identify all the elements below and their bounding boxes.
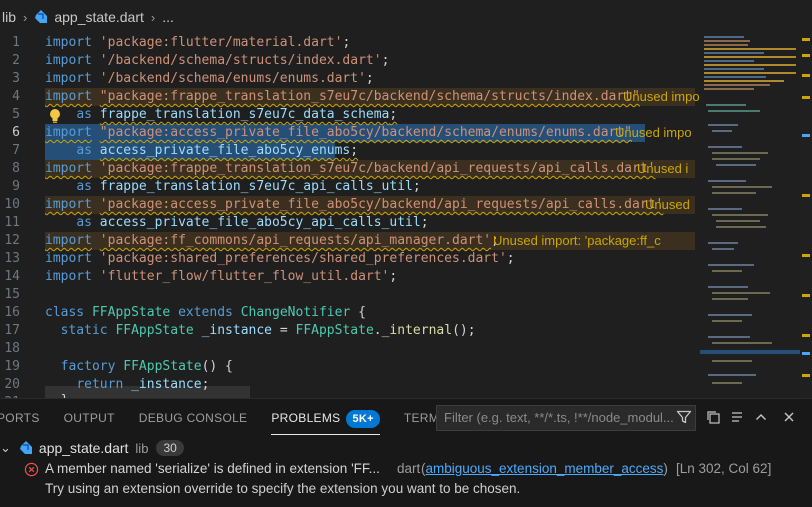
problem-location: [Ln 302, Col 62] xyxy=(676,461,772,476)
line-number: 7 xyxy=(12,143,20,158)
error-icon xyxy=(24,462,39,477)
tab-problems-label: PROBLEMS xyxy=(271,411,341,425)
minimap[interactable] xyxy=(700,34,800,398)
line-number: 11 xyxy=(4,215,20,230)
code-editor[interactable]: 1 2 3 4 5 6 7 8 9 10 11 12 13 14 15 16 1… xyxy=(0,34,812,398)
line-number: 12 xyxy=(4,233,20,248)
code-line: class FFAppState extends ChangeNotifier … xyxy=(45,305,366,320)
code-line: import 'package:shared_preferences/share… xyxy=(45,251,515,266)
code-line: import 'package:access_private_file_abo5… xyxy=(45,197,664,212)
inline-diagnostic: Unused impo xyxy=(623,89,700,104)
line-number: 13 xyxy=(4,251,20,266)
line-number: 3 xyxy=(12,71,20,86)
line-number: 15 xyxy=(4,287,20,302)
problem-source: dart xyxy=(397,461,421,476)
code-line: as access_private_file_abo5cy_enums; xyxy=(76,143,359,158)
line-number: 5 xyxy=(12,107,20,122)
chevron-up-icon[interactable] xyxy=(753,409,769,425)
code-line: as access_private_file_abo5cy_api_calls_… xyxy=(76,215,429,230)
filter-icon[interactable] xyxy=(676,409,692,425)
problem-code[interactable]: ambiguous_extension_member_access xyxy=(426,461,664,476)
code-line: import '/backend/schema/enums/enums.dart… xyxy=(45,71,374,86)
problems-file-row[interactable]: ⌄ app_state.dart lib 30 xyxy=(0,437,812,459)
code-line: import '/backend/schema/structs/index.da… xyxy=(45,53,390,68)
problems-filter-input[interactable]: Filter (e.g. text, **/*.ts, !**/node_mod… xyxy=(436,405,696,431)
problem-file-folder: lib xyxy=(135,440,149,456)
line-number: 18 xyxy=(4,341,20,356)
problem-code-link[interactable]: (ambiguous_extension_member_access) xyxy=(421,461,668,476)
line-number: 16 xyxy=(4,305,20,320)
code-line: as frappe_translation_s7eu7c_data_schema… xyxy=(76,107,398,122)
code-line: import 'flutter_flow/flutter_flow_util.d… xyxy=(45,269,398,284)
dart-file-icon xyxy=(35,10,48,23)
problems-count-badge: 5K+ xyxy=(346,409,380,428)
dart-file-icon xyxy=(19,441,32,454)
inline-diagnostic: Unused impo xyxy=(615,125,692,140)
chevron-right-icon: › xyxy=(150,9,156,25)
bottom-panel: PORTS OUTPUT DEBUG CONSOLE PROBLEMS 5K+ T… xyxy=(0,398,812,507)
line-number: 4 xyxy=(12,89,20,104)
line-number: 8 xyxy=(12,161,20,176)
problem-item[interactable]: A member named 'serialize' is defined in… xyxy=(0,459,812,481)
line-number: 14 xyxy=(4,269,20,284)
inline-diagnostic: Unused i xyxy=(637,161,689,176)
line-number: 1 xyxy=(12,35,20,50)
code-line: factory FFAppState() { xyxy=(60,359,233,374)
tab-problems[interactable]: PROBLEMS 5K+ xyxy=(271,399,381,437)
problem-file-count: 30 xyxy=(156,440,184,456)
line-number: 19 xyxy=(4,359,20,374)
problem-message: A member named 'serialize' is defined in… xyxy=(45,461,380,476)
problem-hint: Try using an extension override to speci… xyxy=(45,481,521,496)
vertical-scrollbar[interactable] xyxy=(800,34,812,398)
line-number: 2 xyxy=(12,53,20,68)
inline-diagnostic: Unused import: 'package:ff_c xyxy=(493,233,661,248)
code-line: import 'package:frappe_translation_s7eu7… xyxy=(45,161,656,176)
problem-file-name: app_state.dart xyxy=(38,440,129,456)
tab-output[interactable]: OUTPUT xyxy=(64,399,115,437)
line-number: 20 xyxy=(4,377,20,392)
code-line: as frappe_translation_s7eu7c_api_calls_u… xyxy=(76,179,421,194)
close-icon[interactable] xyxy=(781,409,797,425)
breadcrumb-symbol[interactable]: ... xyxy=(162,9,174,25)
breadcrumb: lib › app_state.dart › ... xyxy=(0,0,812,34)
tab-ports[interactable]: PORTS xyxy=(0,399,40,437)
copy-icon[interactable] xyxy=(705,409,721,425)
chevron-right-icon: › xyxy=(23,9,28,25)
breadcrumb-folder[interactable]: lib xyxy=(2,9,16,25)
breadcrumb-file[interactable]: app_state.dart xyxy=(54,9,144,25)
code-line: import "package:access_private_file_abo5… xyxy=(45,125,633,140)
line-number: 6 xyxy=(12,125,20,140)
collapse-all-icon[interactable] xyxy=(729,409,745,425)
line-number: 10 xyxy=(4,197,20,212)
code-line: static FFAppState _instance = FFAppState… xyxy=(60,323,476,338)
chevron-down-icon[interactable]: ⌄ xyxy=(0,440,11,456)
code-line: import "package:frappe_translation_s7eu7… xyxy=(45,89,640,104)
tab-debug-console[interactable]: DEBUG CONSOLE xyxy=(139,399,248,437)
line-number: 17 xyxy=(4,323,20,338)
inline-diagnostic: Unused xyxy=(645,197,690,212)
code-line: import 'package:flutter/material.dart'; xyxy=(45,35,351,50)
line-number: 9 xyxy=(12,179,20,194)
